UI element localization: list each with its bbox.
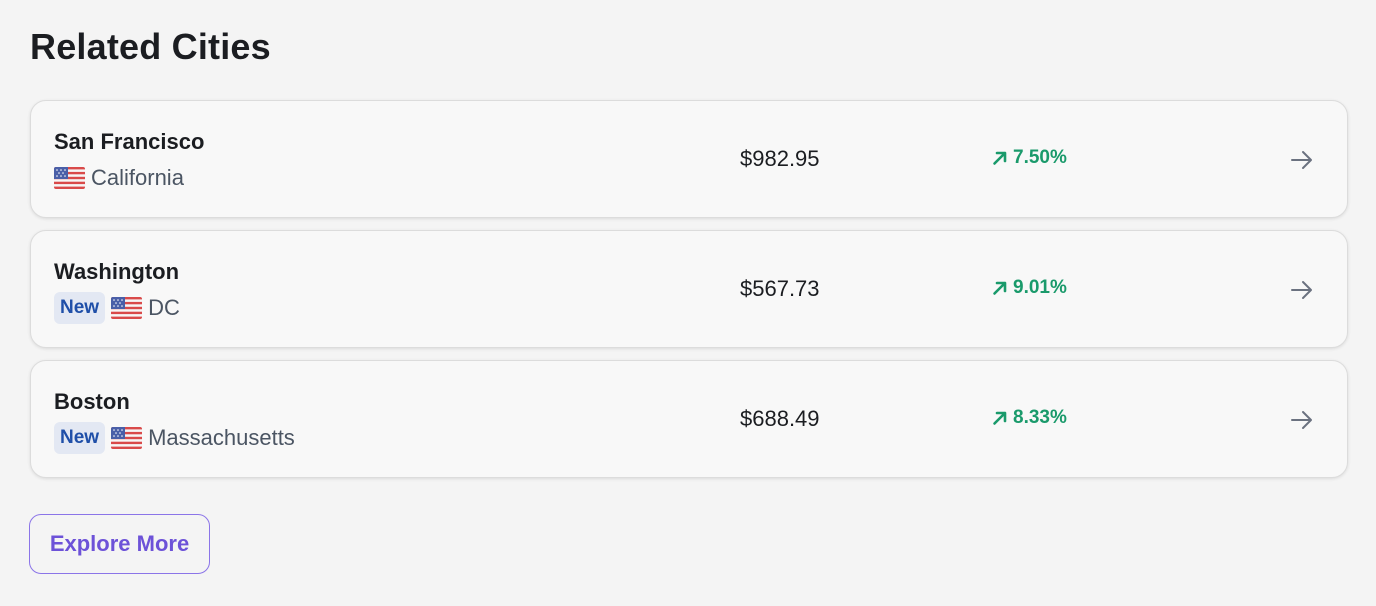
explore-more-button[interactable]: Explore More [29,514,210,574]
trend-up-icon [991,149,1009,167]
related-cities-page: Related Cities San Francisco California … [0,0,1376,606]
city-card-washington[interactable]: Washington New DC $567.73 9.01% [30,230,1348,348]
us-flag-icon [111,427,143,449]
city-card-boston[interactable]: Boston New Massachusetts $688.49 8.33% [30,360,1348,478]
us-flag-icon [111,297,143,319]
price-change: 8.33% [991,407,1067,429]
city-name: Boston [54,389,130,414]
city-meta: California [54,161,184,195]
price-change-value: 8.33% [1013,407,1067,428]
price-change-value: 7.50% [1013,147,1067,168]
arrow-right-icon[interactable] [1289,147,1315,173]
city-region: Massachusetts [148,425,295,450]
price-change-value: 9.01% [1013,277,1067,298]
city-card-san-francisco[interactable]: San Francisco California $982.95 7.50% [30,100,1348,218]
city-price: $982.95 [740,146,820,171]
arrow-right-icon[interactable] [1289,277,1315,303]
price-change: 7.50% [991,147,1067,169]
price-change: 9.01% [991,277,1067,299]
city-region: DC [148,295,180,320]
city-name: Washington [54,259,180,284]
city-price: $567.73 [740,276,820,301]
trend-up-icon [991,279,1009,297]
city-region: California [91,165,184,190]
us-flag-icon [54,167,85,189]
trend-up-icon [991,409,1009,427]
new-badge: New [54,422,106,454]
section-title: Related Cities [30,26,271,67]
city-meta: New Massachusetts [54,421,295,455]
new-badge: New [54,292,106,324]
city-list: San Francisco California $982.95 7.50% W… [30,100,1348,490]
city-meta: New DC [54,291,180,325]
city-price: $688.49 [740,406,820,431]
arrow-right-icon[interactable] [1289,407,1315,433]
city-name: San Francisco [54,129,205,154]
